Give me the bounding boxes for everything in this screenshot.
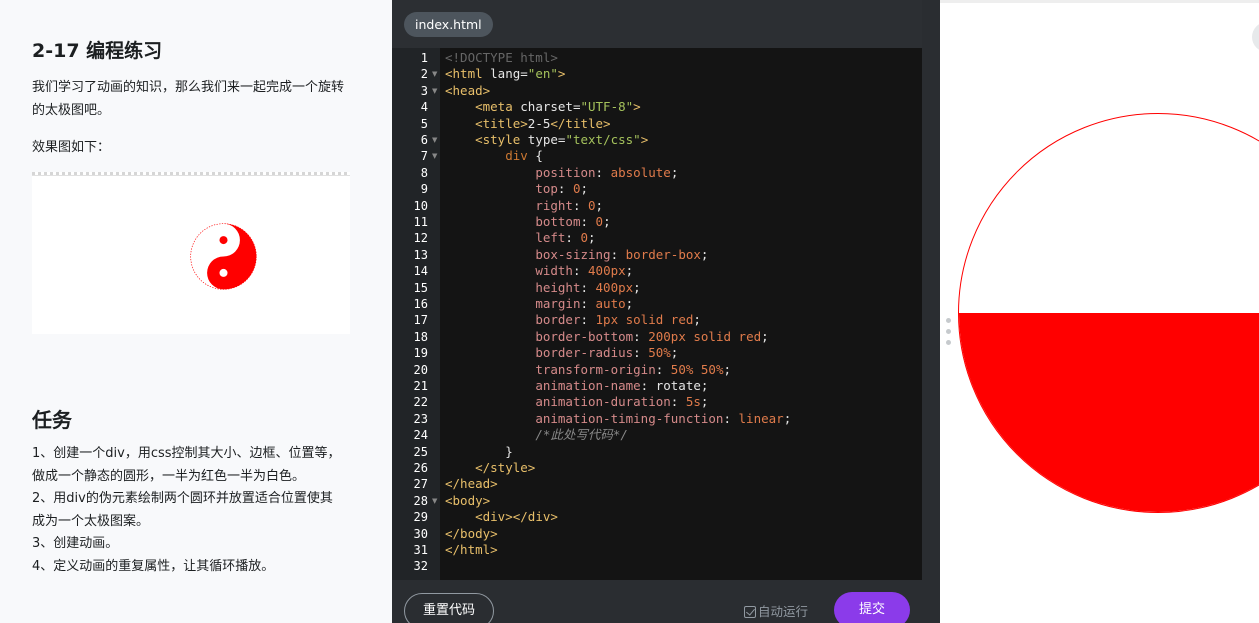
fold-arrow-icon[interactable]: ▼: [432, 83, 437, 99]
code-line: <div></div>: [475, 509, 558, 525]
code-line: <head>: [445, 82, 491, 98]
code-line: </body>: [445, 525, 498, 541]
code-area[interactable]: 1 2 ▼ 3 ▼ 4 5 6 ▼ 7 ▼ 8 9 10 11 12 13 14 15 16 17 18 19 20 21 22 2…: [392, 48, 922, 580]
code-line: transform-origin: 50% 50%;: [535, 361, 732, 377]
line-number: 6: [420, 133, 428, 147]
submit-button[interactable]: 提交: [834, 592, 910, 623]
line-number: 3: [420, 83, 428, 98]
code-line: </head>: [445, 476, 498, 492]
task-item: 4、定义动画的重复属性，让其循环播放。: [32, 558, 275, 574]
tab-index-html[interactable]: index.html: [404, 12, 493, 37]
line-number: 24: [413, 428, 428, 443]
task-list: 1、创建一个div，用css控制其大小、边框、位置等，做成一个静态的圆形，一半为…: [32, 443, 342, 578]
line-number: 22: [413, 395, 428, 410]
line-number: 26: [413, 461, 428, 475]
line-number: 32: [413, 559, 428, 574]
code-line: <!DOCTYPE html>: [445, 50, 558, 65]
preview-circle: [958, 113, 1259, 513]
preview-corner-button[interactable]: [1252, 22, 1259, 52]
line-number: 14: [413, 264, 428, 279]
code-line: animation-timing-function: linear;: [535, 410, 792, 426]
fold-arrow-icon[interactable]: ▼: [432, 132, 437, 148]
line-number: 27: [413, 477, 428, 492]
code-line: </html>: [445, 542, 498, 557]
code-line: bottom: 0;: [535, 214, 611, 229]
lesson-intro: 我们学习了动画的知识，那么我们来一起完成一个旋转的太极图吧。: [32, 80, 345, 118]
line-number: 29: [413, 510, 428, 525]
line-number: 18: [413, 329, 428, 344]
editor-footer: 重置代码 自动运行 提交: [392, 580, 940, 623]
line-number: 9: [420, 182, 428, 197]
effect-image-strip: [32, 172, 350, 176]
line-number: 20: [413, 362, 428, 377]
task-title: 任务: [32, 408, 72, 432]
task-item: 2、用div的伪元素绘制两个圆环并放置适合位置使其成为一个太极图案。: [32, 491, 333, 529]
code-line: </style>: [475, 460, 536, 475]
line-number: 31: [413, 543, 428, 557]
auto-run-label: 自动运行: [758, 604, 809, 619]
effect-label: 效果图如下：: [32, 140, 111, 155]
code-line: /*此处写代码*/: [535, 427, 628, 443]
yinyang-icon: [190, 223, 257, 290]
line-number: 11: [413, 215, 428, 229]
code-editor-panel: index.html 1 2 ▼ 3 ▼ 4 5 6 ▼ 7 ▼ 8 9 10 11 12 13 14 15 16 17…: [392, 0, 940, 623]
line-number: 10: [413, 198, 428, 213]
code-line: width: 400px;: [535, 263, 634, 279]
code-line: <html lang="en">: [445, 66, 566, 82]
code-line: border-bottom: 200px solid red;: [535, 328, 769, 344]
code-line: margin: auto;: [535, 296, 634, 311]
code-line: right: 0;: [535, 197, 604, 213]
fold-arrow-icon[interactable]: ▼: [432, 148, 437, 164]
code-line: div {: [505, 148, 543, 164]
line-number: 19: [413, 346, 428, 361]
line-number: 16: [413, 297, 428, 311]
code-line: height: 400px;: [535, 279, 641, 295]
line-number: 7: [420, 149, 428, 164]
code-line: animation-duration: 5s;: [535, 394, 709, 410]
line-number: 2: [420, 67, 428, 82]
fold-arrow-icon[interactable]: ▼: [432, 66, 437, 82]
editor-scrollbar[interactable]: [922, 0, 940, 580]
reset-code-button[interactable]: 重置代码: [404, 593, 494, 623]
effect-image: [32, 172, 350, 334]
code-line: border: 1px solid red;: [535, 312, 701, 328]
line-number: 30: [413, 526, 428, 541]
task-item: 1、创建一个div，用css控制其大小、边框、位置等，做成一个静态的圆形，一半为…: [32, 446, 341, 484]
line-gutter: 1 2 ▼ 3 ▼ 4 5 6 ▼ 7 ▼ 8 9 10 11 12 13 14 15 16 17 18 19 20 21 22 2…: [392, 48, 440, 580]
line-number: 12: [413, 231, 428, 246]
preview-topbar: [940, 0, 1259, 3]
line-number: 4: [420, 100, 428, 115]
line-number: 21: [413, 379, 428, 393]
code-line: <meta charset="UTF-8">: [475, 99, 641, 115]
code-line: left: 0;: [535, 230, 596, 246]
task-item: 3、创建动画。: [32, 536, 119, 551]
lesson-title: 2-17 编程练习: [32, 40, 163, 62]
code-line: top: 0;: [535, 181, 589, 197]
code-line: border-radius: 50%;: [535, 345, 679, 361]
line-number: 23: [413, 411, 428, 426]
code-line: <style type="text/css">: [475, 132, 649, 147]
checkbox-icon[interactable]: [744, 606, 756, 618]
line-number: 8: [420, 165, 428, 180]
code-line: <body>: [445, 492, 491, 508]
editor-tabbar: index.html: [392, 0, 940, 48]
code-line: box-sizing: border-box;: [535, 246, 709, 262]
code-line: <title>2-5</title>: [475, 115, 611, 131]
code-line: animation-name: rotate;: [535, 378, 709, 393]
auto-run-toggle[interactable]: 自动运行: [744, 601, 808, 620]
line-number: 17: [413, 313, 428, 328]
line-number: 1: [420, 51, 428, 65]
line-number: 5: [420, 116, 428, 131]
line-number: 25: [413, 444, 428, 459]
line-number: 15: [413, 280, 428, 295]
lesson-panel: 2-17 编程练习 我们学习了动画的知识，那么我们来一起完成一个旋转的太极图吧。…: [0, 0, 392, 623]
code-line: }: [505, 443, 513, 459]
fold-arrow-icon[interactable]: ▼: [432, 493, 437, 509]
preview-panel: [940, 0, 1259, 623]
line-number: 28: [413, 493, 428, 508]
code-line: position: absolute;: [535, 164, 679, 180]
line-number: 13: [413, 247, 428, 262]
resize-handle-icon[interactable]: [946, 318, 952, 358]
